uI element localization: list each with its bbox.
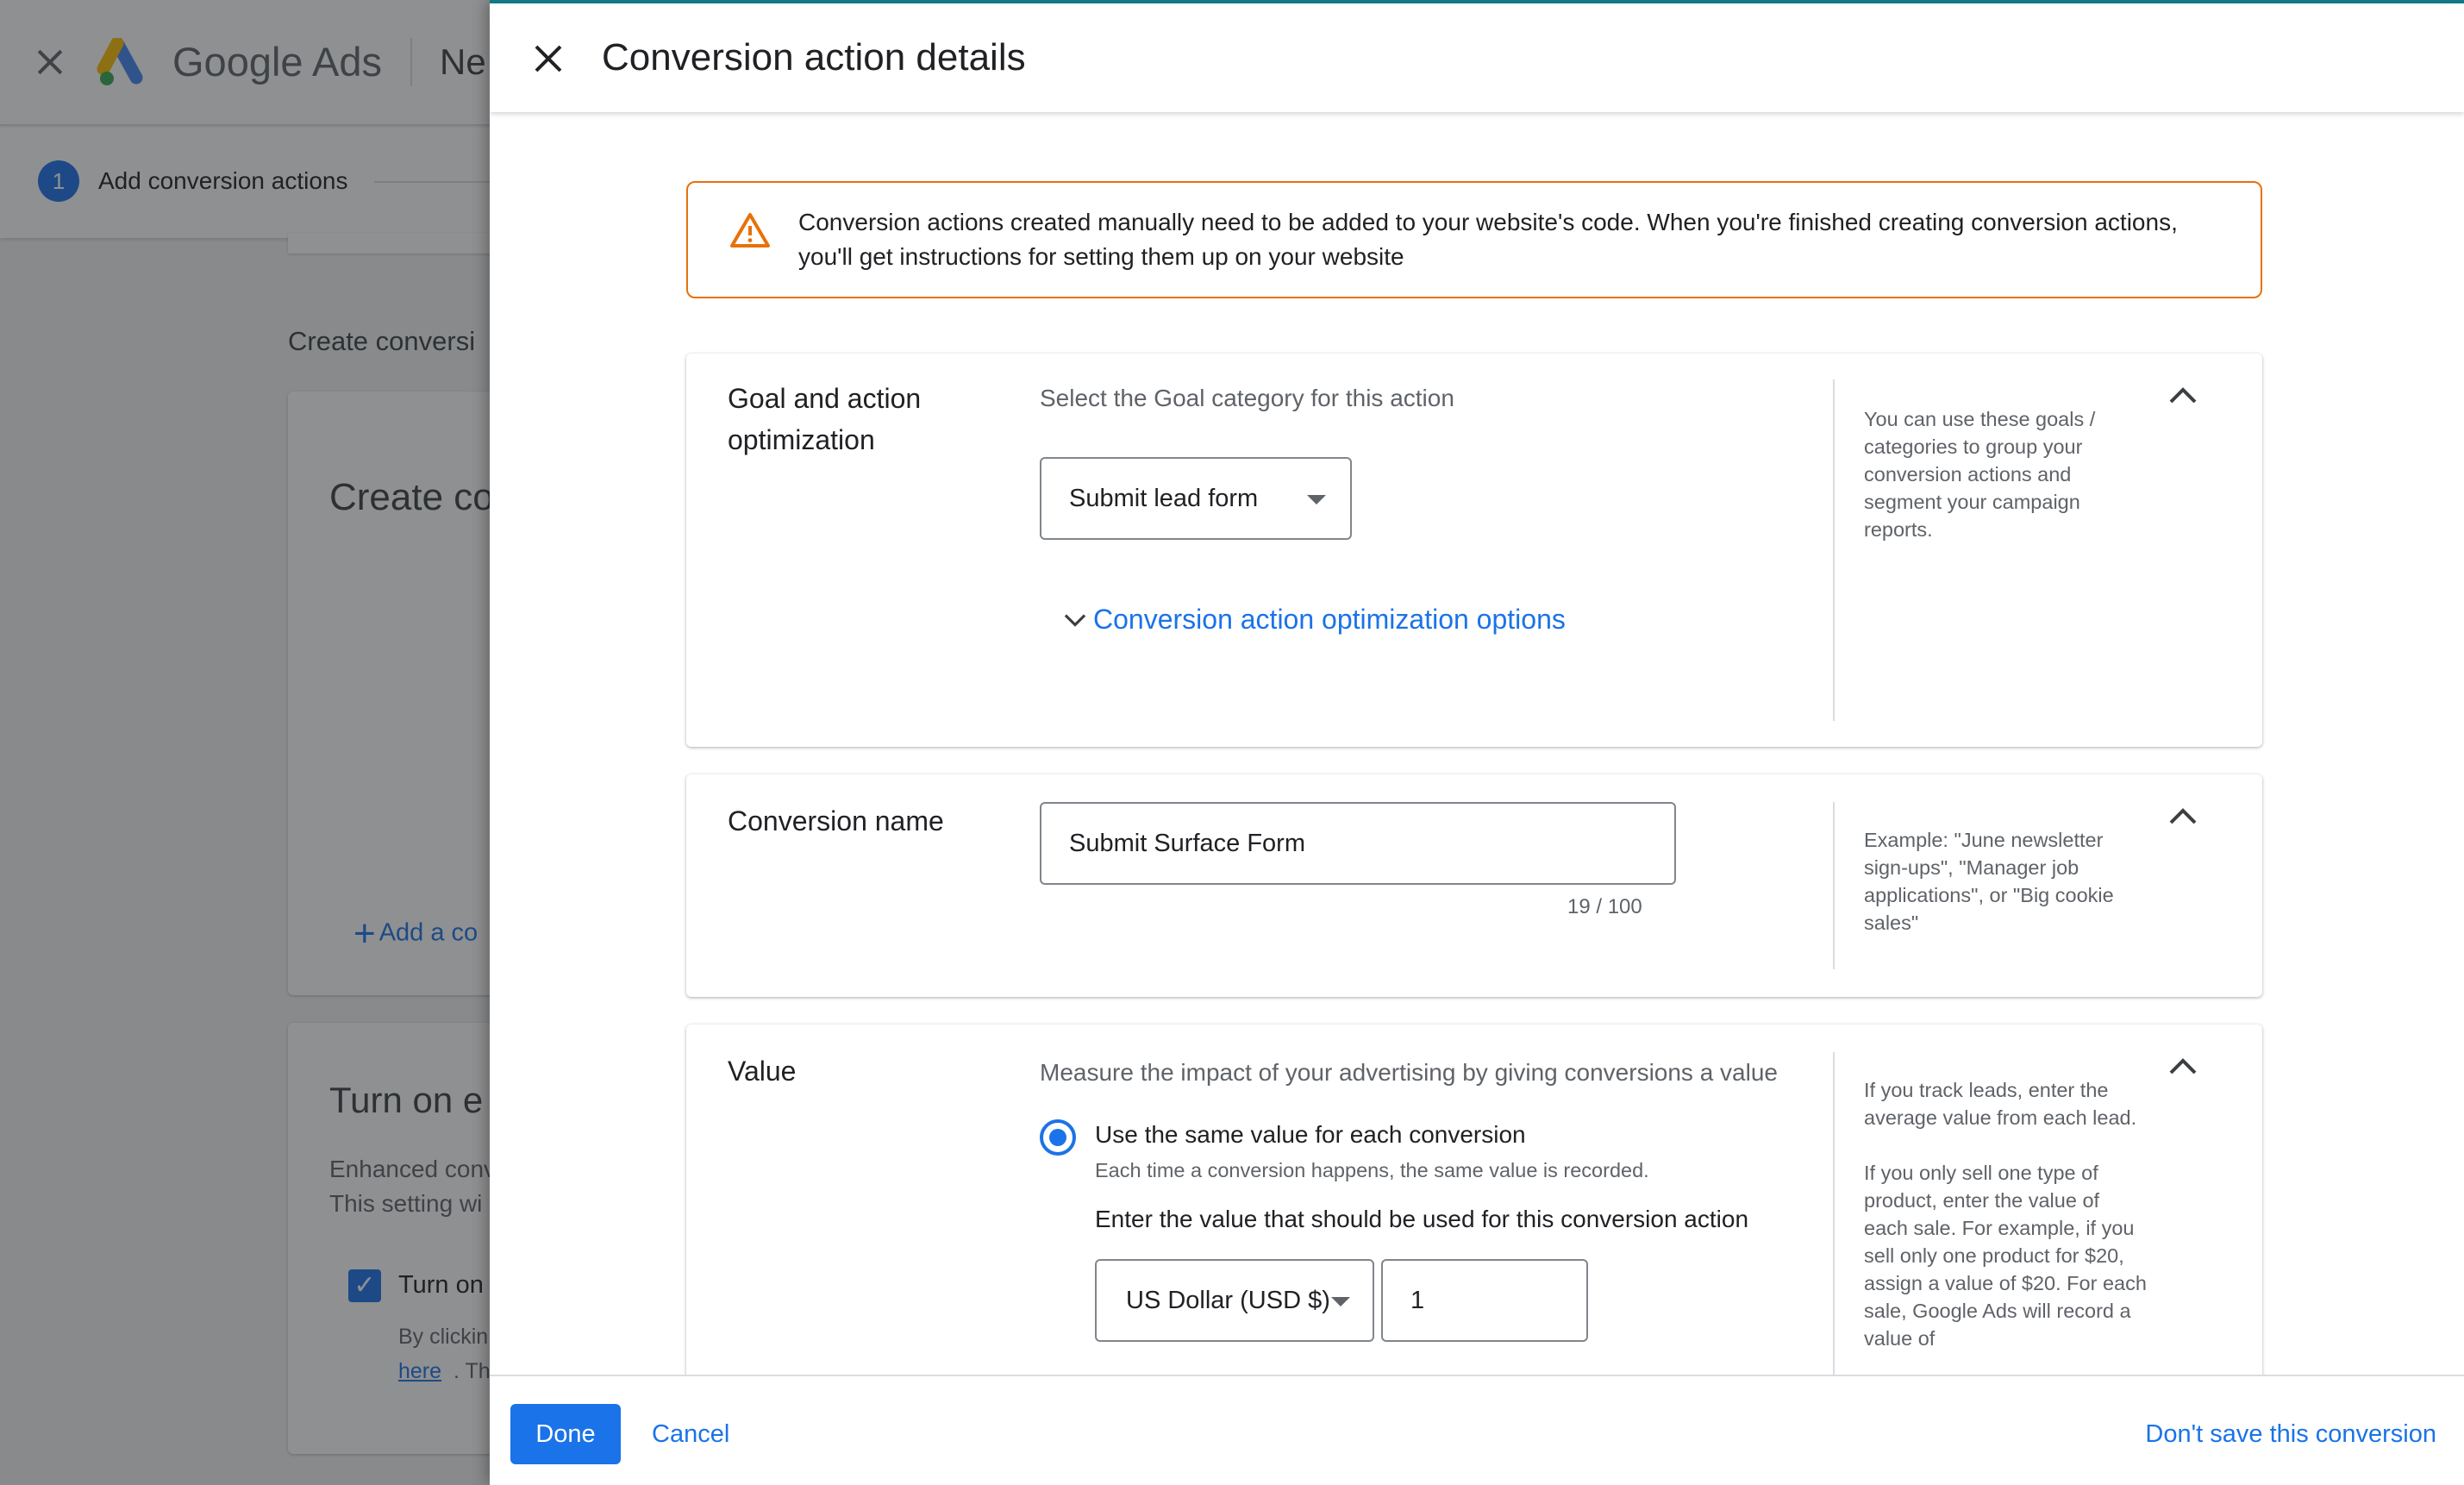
chevron-up-icon[interactable]: [2162, 797, 2204, 838]
conversion-name-help: Example: "June newsletter sign-ups", "Ma…: [1864, 829, 2114, 934]
conversion-name-input[interactable]: [1040, 802, 1676, 885]
chevron-up-icon[interactable]: [2162, 1047, 2204, 1088]
value-help-paragraph: If you track leads, enter the average va…: [1864, 1079, 2137, 1129]
warning-text: you'll get instructions for setting them…: [798, 243, 1404, 270]
conversion-name-card: Conversion name 19 / 100 Example: "June …: [686, 774, 2262, 997]
currency-select[interactable]: US Dollar (USD $): [1095, 1259, 1374, 1342]
same-value-radio-label[interactable]: Use the same value for each conversion: [1095, 1121, 1526, 1149]
close-icon[interactable]: [528, 38, 569, 79]
goal-card: Goal and action optimization Select the G…: [686, 354, 2262, 747]
character-counter: 19 / 100: [1567, 895, 1642, 918]
goal-sublabel: Select the Goal category for this action: [1040, 385, 1454, 411]
optimization-options-label: Conversion action optimization options: [1093, 604, 1566, 635]
help-divider: [1833, 802, 1835, 969]
conversion-details-panel: Conversion action details Conversion act…: [490, 0, 2464, 1485]
same-value-radio[interactable]: [1040, 1119, 1076, 1156]
panel-title: Conversion action details: [602, 36, 1026, 78]
goal-category-select[interactable]: Submit lead form: [1040, 457, 1352, 540]
value-help-text: If you track leads, enter the average va…: [1864, 1076, 2148, 1352]
done-button[interactable]: Done: [510, 1404, 621, 1464]
panel-footer: Done Cancel Don't save this conversion: [490, 1375, 2464, 1485]
goal-help-text: You can use these goals / categories to …: [1864, 408, 2096, 541]
dropdown-caret-icon: [1331, 1297, 1350, 1306]
value-amount-input[interactable]: [1381, 1259, 1588, 1342]
warning-banner: Conversion actions created manually need…: [686, 181, 2262, 298]
panel-body[interactable]: Conversion actions created manually need…: [490, 112, 2464, 1375]
conversion-name-title: Conversion name: [728, 805, 944, 836]
help-divider: [1833, 379, 1835, 721]
warning-text: Conversion actions created manually need…: [798, 209, 2178, 235]
value-card: Value Measure the impact of your adverti…: [686, 1024, 2262, 1375]
help-divider: [1833, 1052, 1835, 1375]
value-entry-label: Enter the value that should be used for …: [1095, 1206, 1749, 1232]
dropdown-caret-icon: [1307, 495, 1326, 504]
same-value-radio-desc: Each time a conversion happens, the same…: [1095, 1159, 1649, 1181]
value-card-title: Value: [728, 1056, 797, 1087]
value-sublabel: Measure the impact of your advertising b…: [1040, 1059, 1778, 1086]
goal-select-value: Submit lead form: [1069, 485, 1259, 512]
chevron-up-icon[interactable]: [2162, 376, 2204, 417]
warning-triangle-icon: [730, 213, 770, 248]
currency-select-value: US Dollar (USD $): [1126, 1287, 1330, 1314]
cancel-button[interactable]: Cancel: [652, 1404, 729, 1464]
value-help-paragraph: If you only sell one type of product, en…: [1864, 1162, 2147, 1350]
chevron-down-icon: [1064, 614, 1086, 627]
dont-save-button[interactable]: Don't save this conversion: [2145, 1404, 2436, 1464]
goal-card-title: Goal and action optimization: [728, 383, 922, 455]
panel-header: Conversion action details: [490, 3, 2464, 112]
